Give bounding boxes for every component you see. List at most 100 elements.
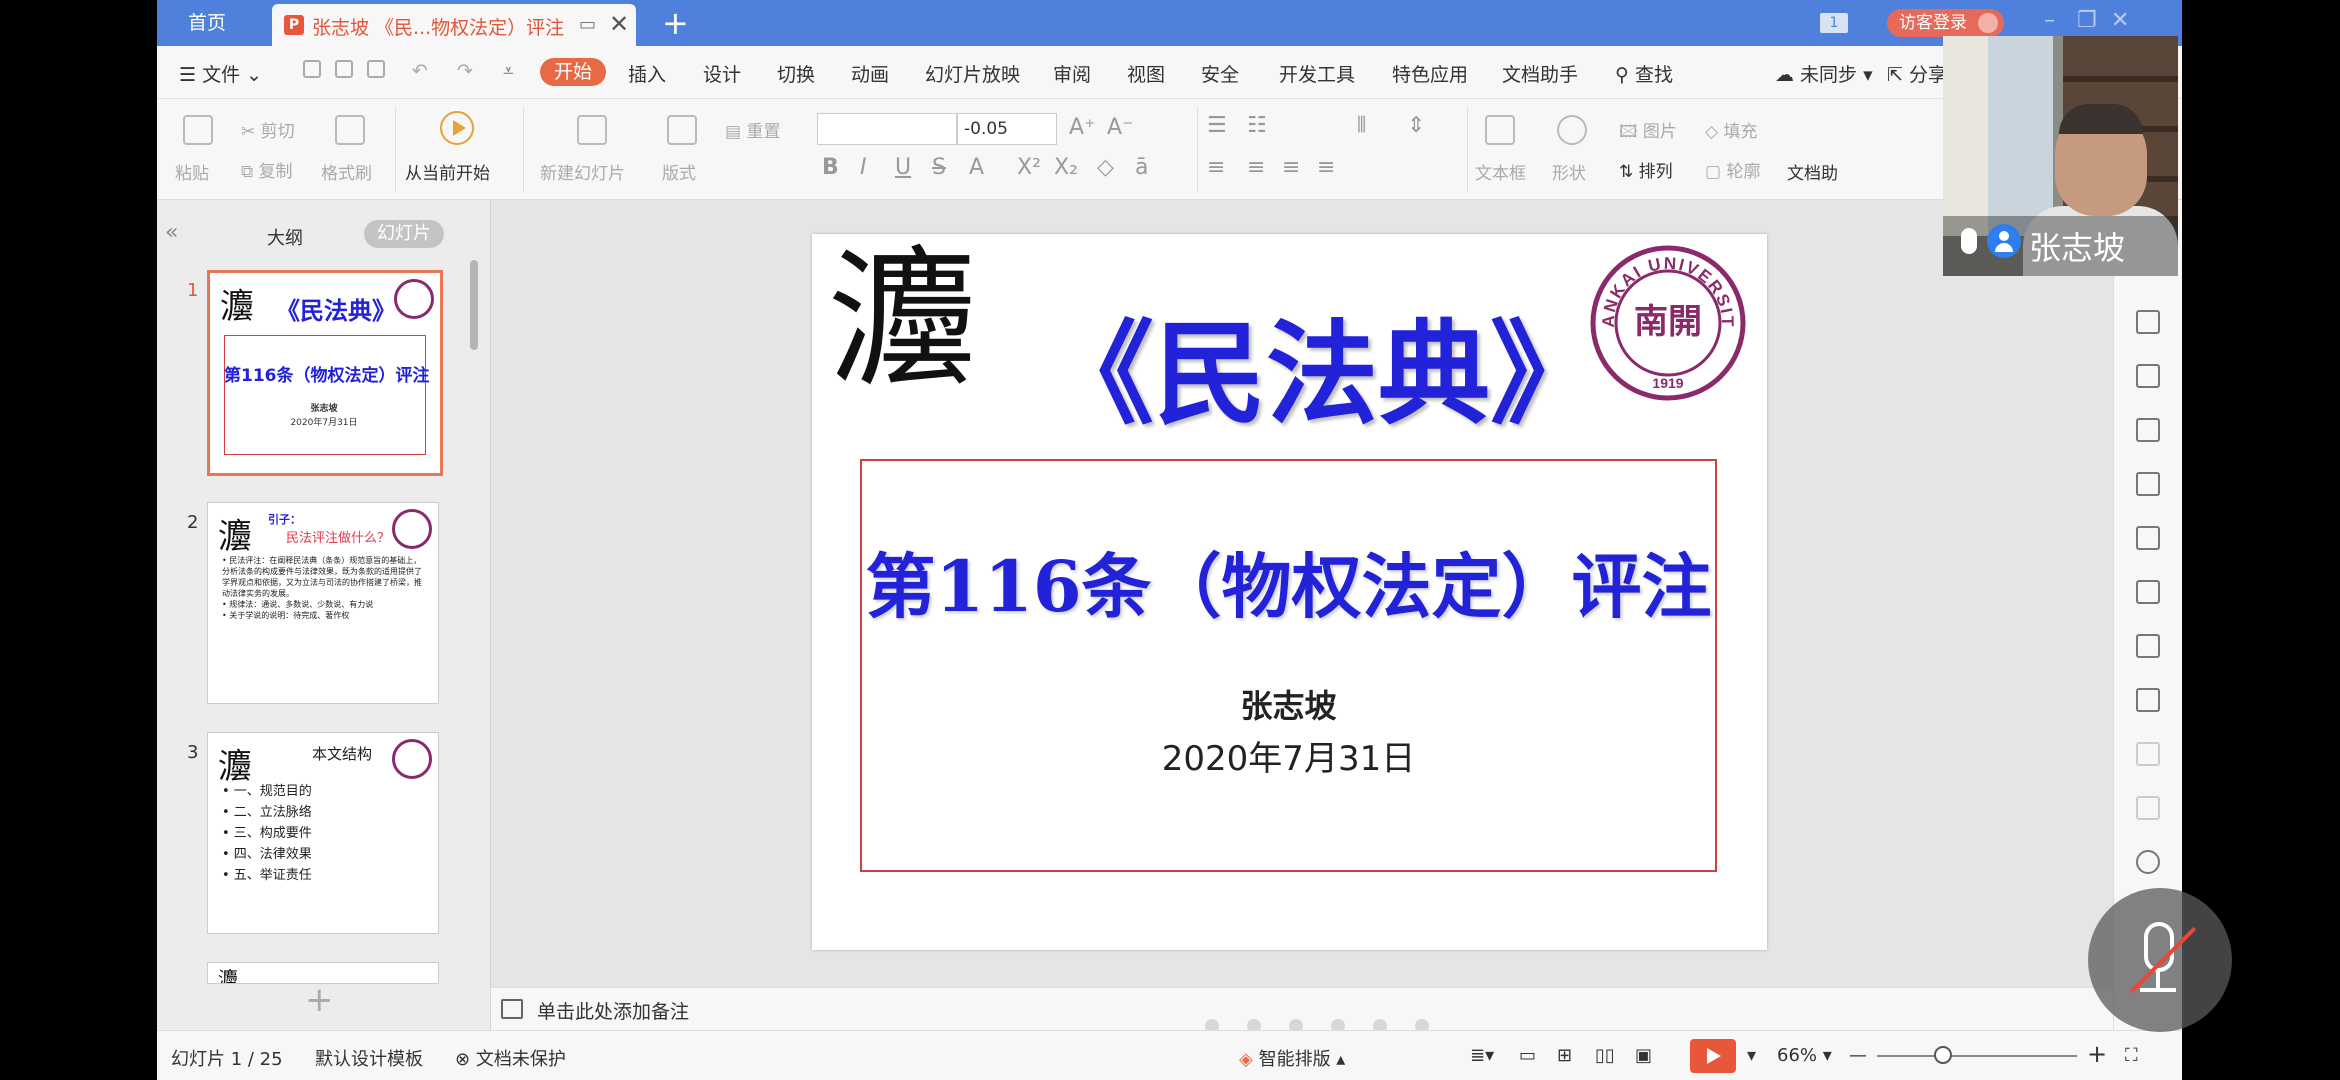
chart-icon[interactable]	[2136, 472, 2160, 496]
italic-icon[interactable]: I	[860, 155, 867, 180]
outline-button[interactable]: ▢ 轮廓	[1705, 157, 1760, 182]
presenter-view-icon[interactable]: ▣	[1635, 1045, 1652, 1066]
tab-features[interactable]: 特色应用	[1392, 60, 1468, 87]
clear-format-icon[interactable]: ◇	[1097, 155, 1114, 180]
play-from-current-icon[interactable]	[440, 111, 474, 145]
align-center-icon[interactable]: ≡	[1247, 155, 1265, 180]
slide-thumbnail-3[interactable]: 灋 本文结构 • 一、规范目的 • 二、立法脉络 • 三、构成要件 • 四、法律…	[207, 732, 439, 934]
shape-button[interactable]: 形状	[1552, 159, 1586, 184]
tab-insert[interactable]: 插入	[628, 60, 666, 87]
tab-view[interactable]: 视图	[1127, 60, 1165, 87]
undo-icon[interactable]: ↶	[412, 60, 428, 82]
font-size-select[interactable]: -0.05	[957, 113, 1057, 145]
zoom-in-icon[interactable]: +	[2087, 1040, 2107, 1068]
align-right-icon[interactable]: ≡	[1282, 155, 1300, 180]
picture-button[interactable]: 🖾 图片	[1619, 117, 1677, 148]
arrange-button[interactable]: ⇅ 排列	[1619, 157, 1673, 182]
video-call-overlay[interactable]: 张志坡	[1943, 36, 2178, 276]
grid-icon[interactable]	[2136, 418, 2160, 442]
settings-sliders-icon[interactable]	[2136, 526, 2160, 550]
reading-view-icon[interactable]: ▯▯	[1595, 1045, 1615, 1066]
slide-date[interactable]: 2020年7月31日	[862, 731, 1715, 780]
close-window-icon[interactable]: ✕	[2111, 8, 2129, 33]
text-box-button[interactable]: 文本框	[1475, 159, 1526, 184]
restore-icon[interactable]: ❐	[2077, 8, 2097, 33]
line-spacing-icon[interactable]: ⇕	[1407, 113, 1425, 138]
underline-icon[interactable]: U	[895, 155, 911, 180]
shield-icon[interactable]	[2136, 850, 2160, 874]
design-icon[interactable]	[2136, 364, 2160, 388]
fit-window-icon[interactable]: ⛶	[2125, 1045, 2138, 1066]
subtitle-frame[interactable]: 第116条（物权法定）评注 张志坡 2020年7月31日	[860, 459, 1717, 872]
tab-security[interactable]: 安全	[1201, 60, 1239, 87]
zoom-slider-track[interactable]	[1877, 1055, 2077, 1057]
superscript-icon[interactable]: X²	[1017, 155, 1041, 180]
numbering-icon[interactable]: ☷	[1247, 113, 1267, 138]
export-icon[interactable]	[2136, 634, 2160, 658]
document-tab[interactable]: P 张志坡 《民...物权法定）评注 ▭ ✕	[272, 4, 636, 46]
tab-design[interactable]: 设计	[703, 60, 741, 87]
tab-developer[interactable]: 开发工具	[1279, 60, 1355, 87]
tab-review[interactable]: 审阅	[1053, 60, 1091, 87]
tab-transition[interactable]: 切换	[777, 60, 815, 87]
window-count-badge[interactable]: 1	[1820, 13, 1848, 33]
close-tab-icon[interactable]: ✕	[609, 10, 629, 38]
archive-icon[interactable]	[2136, 688, 2160, 712]
zoom-out-icon[interactable]: —	[1849, 1045, 1867, 1066]
doc-helper-button[interactable]: 文档助	[1787, 159, 1838, 184]
slide-thumbnail-2[interactable]: 灋 引子： 民法评注做什么？ • 民法评注：在阐释民法典（条条）规范意旨的基础上…	[207, 502, 439, 704]
replace-icon[interactable]	[2136, 310, 2160, 334]
home-tab[interactable]: 首页	[157, 0, 257, 46]
image-icon[interactable]	[2136, 742, 2160, 766]
zoom-level[interactable]: 66% ▾	[1777, 1045, 1832, 1066]
bullets-icon[interactable]: ☰	[1207, 113, 1227, 138]
font-color-icon[interactable]: A	[969, 155, 984, 180]
slide-thumbnail-1[interactable]: 灋 《民法典》 第116条（物权法定）评注 张志坡 2020年7月31日	[207, 270, 443, 476]
audio-icon[interactable]	[2136, 796, 2160, 820]
notes-placeholder[interactable]: 单击此处添加备注	[537, 997, 689, 1024]
smart-layout-button[interactable]: ◈ 智能排版 ▴	[1239, 1045, 1345, 1071]
strikethrough-icon[interactable]: S	[932, 155, 946, 180]
redo-icon[interactable]: ↷	[457, 60, 473, 82]
notes-toggle-icon[interactable]: ≣▾	[1470, 1045, 1494, 1066]
add-slide-plus-icon[interactable]: +	[305, 980, 334, 1020]
char-spacing-icon[interactable]: ā	[1135, 155, 1148, 180]
align-left-icon[interactable]: ≡	[1207, 155, 1225, 180]
slides-tab[interactable]: 幻灯片	[364, 220, 444, 248]
layout-icon[interactable]	[667, 115, 697, 145]
bold-icon[interactable]: B	[822, 155, 839, 180]
paste-button[interactable]: 粘贴	[175, 159, 209, 184]
tab-start[interactable]: 开始	[540, 58, 606, 86]
text-box-icon[interactable]	[1485, 115, 1515, 145]
play-options-dropdown-icon[interactable]: ▾	[1747, 1045, 1756, 1066]
font-family-select[interactable]	[817, 113, 957, 145]
print-icon[interactable]	[335, 60, 353, 78]
slide-author[interactable]: 张志坡	[862, 681, 1715, 727]
monitor-icon[interactable]: ▭	[579, 14, 596, 35]
format-painter-button[interactable]: 格式刷	[321, 159, 372, 184]
increase-font-icon[interactable]: A⁺	[1069, 115, 1096, 140]
reset-button[interactable]: ▤ 重置	[725, 117, 780, 142]
text-direction-icon[interactable]: ⫴	[1357, 113, 1366, 138]
quick-access-dropdown-icon[interactable]: ⩡	[503, 60, 514, 82]
cut-button[interactable]: ✂ 剪切	[241, 117, 295, 142]
play-from-current-button[interactable]: 从当前开始	[405, 159, 490, 184]
normal-view-icon[interactable]: ▭	[1519, 1045, 1536, 1066]
new-tab-plus-icon[interactable]: +	[662, 4, 689, 42]
copy-button[interactable]: ⧉ 复制	[241, 157, 293, 182]
slideshow-play-button[interactable]	[1690, 1039, 1736, 1073]
share-button[interactable]: ⇱ 分享	[1887, 60, 1947, 87]
zoom-slider-knob[interactable]	[1934, 1046, 1952, 1064]
layout-button[interactable]: 版式	[662, 159, 696, 184]
slide-title[interactable]: 《民法典》	[1042, 284, 1602, 446]
design-template[interactable]: 默认设计模板	[315, 1045, 423, 1071]
sync-status-button[interactable]: ☁ 未同步 ▾	[1775, 60, 1873, 87]
outline-tab[interactable]: 大纲	[267, 224, 303, 250]
shape-icon[interactable]	[1557, 115, 1587, 145]
format-painter-icon[interactable]	[335, 115, 365, 145]
subscript-icon[interactable]: X₂	[1054, 155, 1078, 180]
thumbnail-scrollbar[interactable]	[470, 260, 478, 350]
decrease-font-icon[interactable]: A⁻	[1107, 115, 1134, 140]
file-menu[interactable]: ☰ 文件 ⌄	[179, 60, 262, 87]
mute-microphone-button[interactable]	[2088, 888, 2232, 1032]
